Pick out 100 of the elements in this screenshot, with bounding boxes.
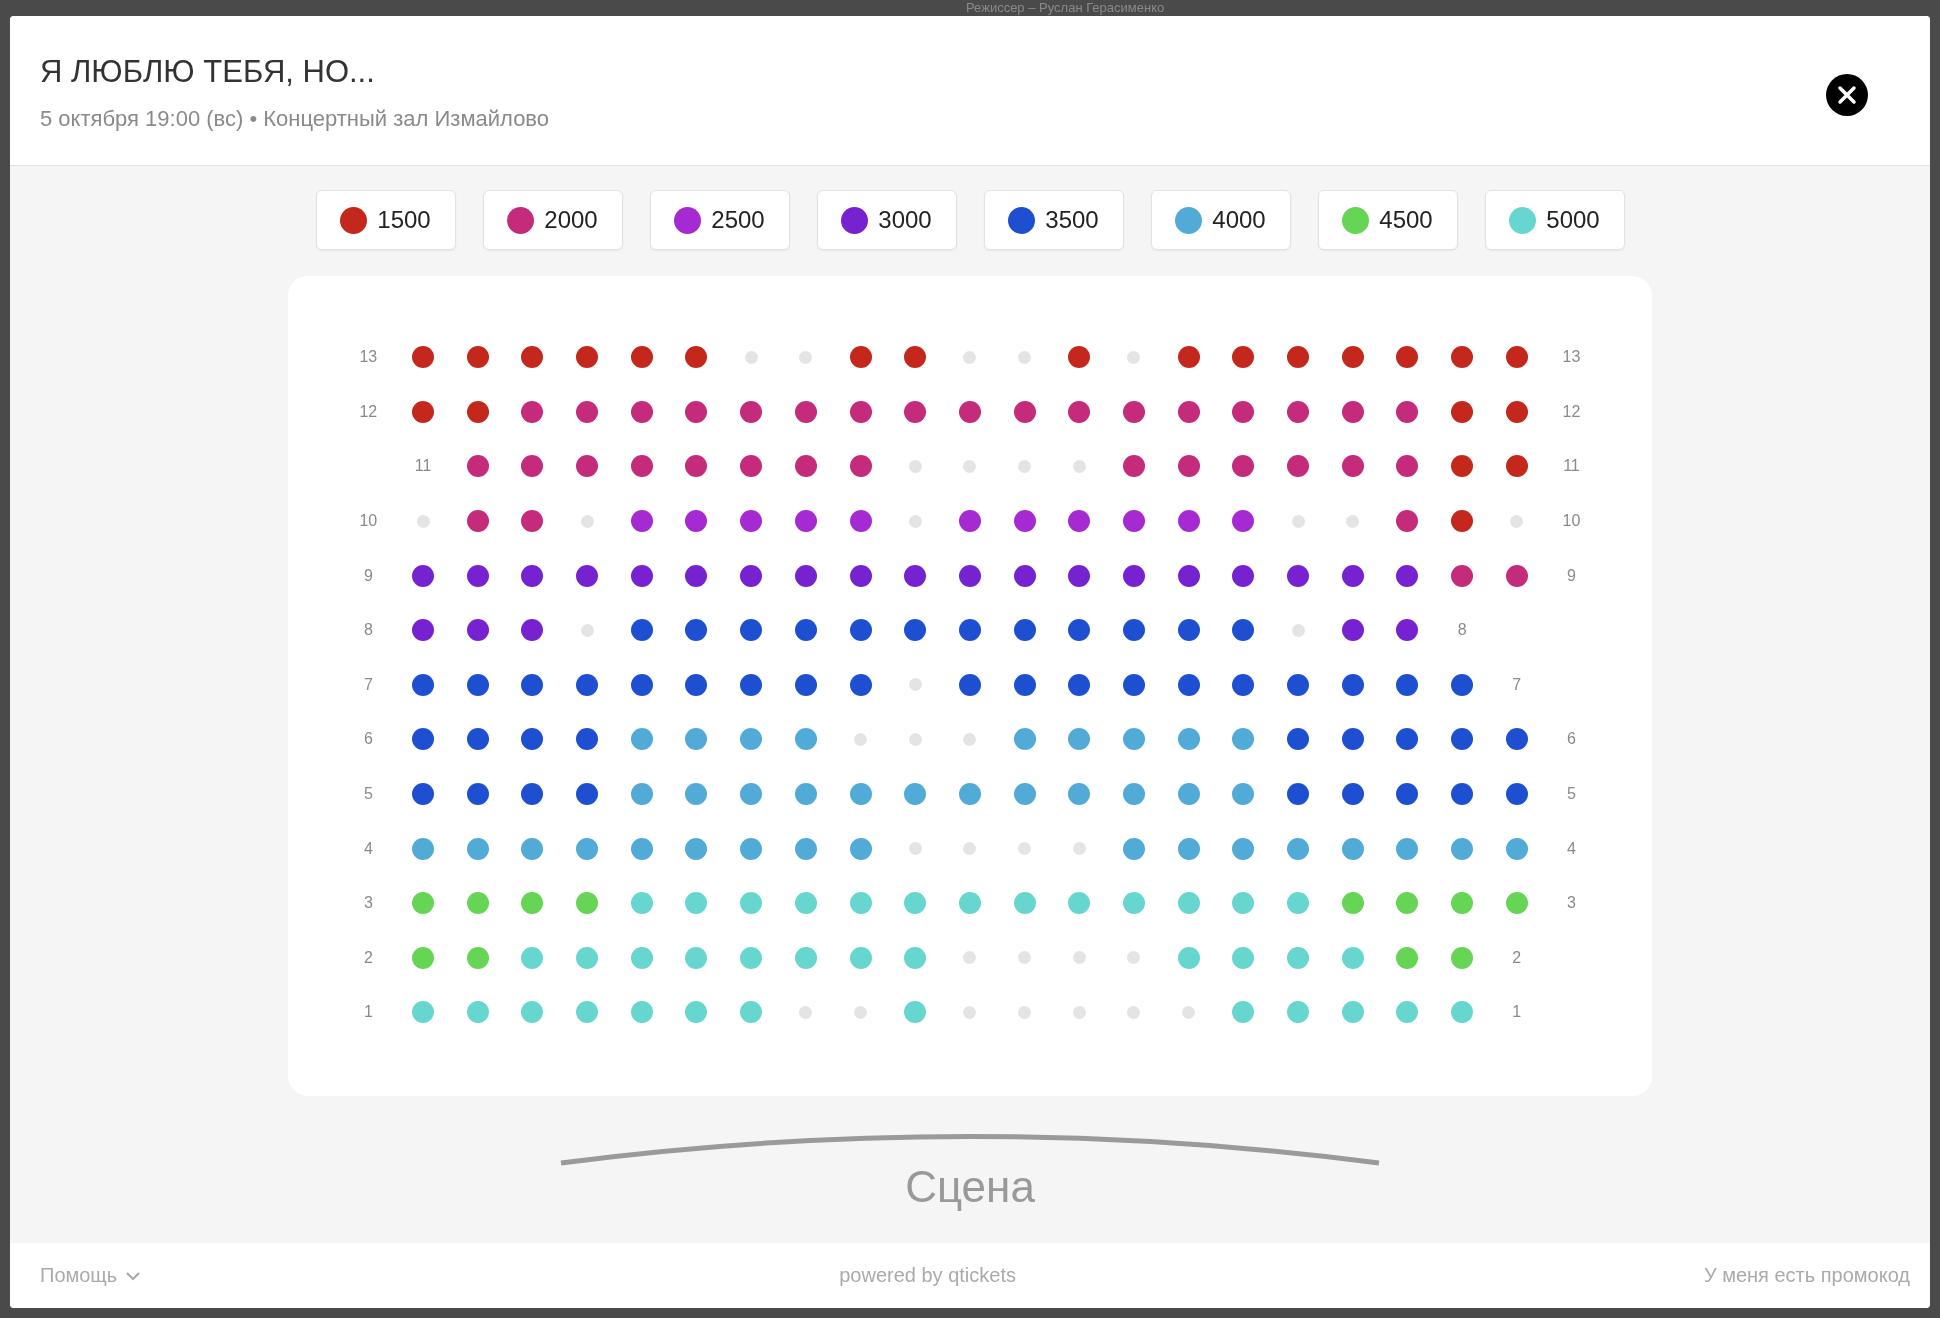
- seat[interactable]: [1451, 783, 1474, 806]
- seat[interactable]: [740, 564, 763, 587]
- seat[interactable]: [849, 400, 872, 423]
- price-filter[interactable]: 4000: [1150, 190, 1291, 250]
- seat[interactable]: [1122, 619, 1145, 642]
- seat[interactable]: [794, 619, 817, 642]
- seat[interactable]: [1341, 346, 1364, 369]
- seat[interactable]: [466, 455, 489, 478]
- seat[interactable]: [1013, 510, 1036, 533]
- seat[interactable]: [576, 728, 599, 751]
- seat[interactable]: [521, 783, 544, 806]
- seat[interactable]: [1287, 783, 1310, 806]
- seat[interactable]: [1505, 455, 1528, 478]
- seat[interactable]: [685, 564, 708, 587]
- price-filter[interactable]: 2000: [482, 190, 623, 250]
- seat[interactable]: [904, 564, 927, 587]
- seat[interactable]: [576, 400, 599, 423]
- seat[interactable]: [1396, 728, 1419, 751]
- seat[interactable]: [1287, 400, 1310, 423]
- seat[interactable]: [630, 619, 653, 642]
- seat[interactable]: [1232, 346, 1255, 369]
- price-filter[interactable]: 4500: [1317, 190, 1458, 250]
- seat[interactable]: [958, 510, 981, 533]
- seat[interactable]: [630, 346, 653, 369]
- seat[interactable]: [1122, 510, 1145, 533]
- seat[interactable]: [576, 455, 599, 478]
- seat[interactable]: [466, 783, 489, 806]
- seat[interactable]: [1122, 673, 1145, 696]
- seat[interactable]: [849, 564, 872, 587]
- seat[interactable]: [1505, 346, 1528, 369]
- seat[interactable]: [794, 400, 817, 423]
- seat[interactable]: [521, 728, 544, 751]
- seat[interactable]: [740, 455, 763, 478]
- seat[interactable]: [1505, 400, 1528, 423]
- seat[interactable]: [904, 400, 927, 423]
- seat[interactable]: [904, 346, 927, 369]
- seat[interactable]: [1013, 673, 1036, 696]
- seat[interactable]: [1451, 673, 1474, 696]
- seat[interactable]: [576, 783, 599, 806]
- seat[interactable]: [466, 400, 489, 423]
- seat[interactable]: [1122, 455, 1145, 478]
- seat[interactable]: [1013, 400, 1036, 423]
- seat[interactable]: [685, 510, 708, 533]
- seat[interactable]: [958, 673, 981, 696]
- seat[interactable]: [1451, 564, 1474, 587]
- seat[interactable]: [1232, 455, 1255, 478]
- seat[interactable]: [1232, 564, 1255, 587]
- seat[interactable]: [1396, 673, 1419, 696]
- seat[interactable]: [1341, 728, 1364, 751]
- seat[interactable]: [1341, 400, 1364, 423]
- seat[interactable]: [685, 455, 708, 478]
- seat[interactable]: [1396, 400, 1419, 423]
- seat[interactable]: [1451, 728, 1474, 751]
- seat[interactable]: [1068, 564, 1091, 587]
- seat[interactable]: [521, 564, 544, 587]
- seat[interactable]: [630, 564, 653, 587]
- close-button[interactable]: [1826, 74, 1868, 116]
- seat[interactable]: [1122, 400, 1145, 423]
- seat[interactable]: [1177, 673, 1200, 696]
- seat[interactable]: [849, 455, 872, 478]
- seat[interactable]: [1451, 400, 1474, 423]
- seat[interactable]: [1341, 783, 1364, 806]
- seat[interactable]: [1396, 510, 1419, 533]
- seat[interactable]: [685, 400, 708, 423]
- seat[interactable]: [576, 564, 599, 587]
- seat[interactable]: [958, 564, 981, 587]
- seat[interactable]: [794, 510, 817, 533]
- seat[interactable]: [1232, 400, 1255, 423]
- seat[interactable]: [685, 673, 708, 696]
- seat[interactable]: [1232, 510, 1255, 533]
- seat[interactable]: [1287, 455, 1310, 478]
- seat[interactable]: [1505, 783, 1528, 806]
- seat[interactable]: [1341, 673, 1364, 696]
- seat[interactable]: [1396, 564, 1419, 587]
- seat[interactable]: [1451, 346, 1474, 369]
- seat[interactable]: [794, 673, 817, 696]
- seat[interactable]: [1177, 564, 1200, 587]
- seat[interactable]: [1287, 346, 1310, 369]
- price-filter[interactable]: 3500: [983, 190, 1124, 250]
- seat[interactable]: [1177, 510, 1200, 533]
- seat[interactable]: [794, 564, 817, 587]
- seat[interactable]: [630, 400, 653, 423]
- seat[interactable]: [794, 455, 817, 478]
- seat[interactable]: [1068, 346, 1091, 369]
- seat[interactable]: [521, 346, 544, 369]
- seat[interactable]: [412, 783, 435, 806]
- seat[interactable]: [740, 400, 763, 423]
- seat[interactable]: [1122, 564, 1145, 587]
- seat[interactable]: [958, 400, 981, 423]
- seat[interactable]: [1341, 619, 1364, 642]
- seat[interactable]: [904, 619, 927, 642]
- seat[interactable]: [1013, 619, 1036, 642]
- seat[interactable]: [849, 510, 872, 533]
- seat[interactable]: [1287, 564, 1310, 587]
- seat[interactable]: [1068, 400, 1091, 423]
- seat[interactable]: [849, 673, 872, 696]
- seat[interactable]: [1396, 346, 1419, 369]
- seat[interactable]: [1505, 564, 1528, 587]
- seat[interactable]: [685, 619, 708, 642]
- seat[interactable]: [1396, 783, 1419, 806]
